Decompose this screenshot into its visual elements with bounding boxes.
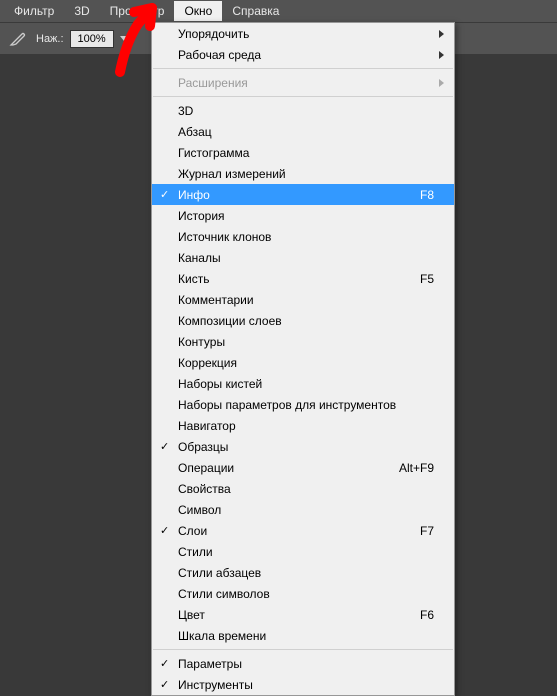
check-icon: ✓	[160, 678, 169, 691]
submenu-arrow-icon	[439, 79, 444, 87]
menu-option[interactable]: Абзац	[152, 121, 454, 142]
menu-option-label: 3D	[178, 104, 434, 118]
submenu-arrow-icon	[439, 51, 444, 59]
menu-option-label: Стили абзацев	[178, 566, 434, 580]
menu-option[interactable]: 3D	[152, 100, 454, 121]
menu-option-label: Стили	[178, 545, 434, 559]
menu-option[interactable]: Стили	[152, 541, 454, 562]
menu-option[interactable]: История	[152, 205, 454, 226]
menu-option-label: Образцы	[178, 440, 434, 454]
menu-option[interactable]: КистьF5	[152, 268, 454, 289]
menu-option[interactable]: Гистограмма	[152, 142, 454, 163]
menu-shortcut: Alt+F9	[379, 461, 434, 475]
submenu-arrow-icon	[439, 30, 444, 38]
check-icon: ✓	[160, 657, 169, 670]
menu-option[interactable]: Наборы кистей	[152, 373, 454, 394]
menu-option[interactable]: Рабочая среда	[152, 44, 454, 65]
menu-option-label: Инфо	[178, 188, 400, 202]
menu-option[interactable]: ✓ ИнфоF8	[152, 184, 454, 205]
menu-option-label: Шкала времени	[178, 629, 434, 643]
menu-option-label: Кисть	[178, 272, 400, 286]
menu-option-label: Слои	[178, 524, 400, 538]
menu-option[interactable]: Наборы параметров для инструментов	[152, 394, 454, 415]
menu-option[interactable]: Упорядочить	[152, 23, 454, 44]
menu-option[interactable]: Журнал измерений	[152, 163, 454, 184]
menu-shortcut: F6	[400, 608, 434, 622]
menu-option: Расширения	[152, 72, 454, 93]
menu-option[interactable]: Навигатор	[152, 415, 454, 436]
menu-option-label: Комментарии	[178, 293, 434, 307]
menu-option[interactable]: Коррекция	[152, 352, 454, 373]
menu-option-label: Источник клонов	[178, 230, 434, 244]
dropdown-caret-icon[interactable]	[120, 36, 128, 41]
menu-справка[interactable]: Справка	[222, 1, 289, 21]
menu-option[interactable]: Каналы	[152, 247, 454, 268]
menu-окно[interactable]: Окно	[174, 1, 222, 21]
menu-option[interactable]: Шкала времени	[152, 625, 454, 646]
menu-option[interactable]: Свойства	[152, 478, 454, 499]
menu-option[interactable]: Комментарии	[152, 289, 454, 310]
menu-option-label: Наборы кистей	[178, 377, 434, 391]
menu-option-label: Каналы	[178, 251, 434, 265]
menu-option[interactable]: Символ	[152, 499, 454, 520]
pressure-group: Наж.:	[36, 30, 128, 48]
menu-option-label: Свойства	[178, 482, 434, 496]
menu-фильтр[interactable]: Фильтр	[4, 1, 64, 21]
menu-option[interactable]: ОперацииAlt+F9	[152, 457, 454, 478]
menu-option-label: Рабочая среда	[178, 48, 434, 62]
pressure-label: Наж.:	[36, 33, 64, 45]
brush-icon	[8, 30, 26, 48]
menu-option[interactable]: Источник клонов	[152, 226, 454, 247]
menu-separator	[153, 649, 453, 650]
menu-option-label: Упорядочить	[178, 27, 434, 41]
menu-option[interactable]: Композиции слоев	[152, 310, 454, 331]
menu-shortcut: F5	[400, 272, 434, 286]
window-menu-dropdown: Упорядочить Рабочая среда Расширения 3D Абза…	[151, 22, 455, 696]
menu-option-label: Цвет	[178, 608, 400, 622]
menu-option-label: Символ	[178, 503, 434, 517]
menu-option-label: Стили символов	[178, 587, 434, 601]
menu-option[interactable]: ЦветF6	[152, 604, 454, 625]
menu-option[interactable]: ✓ Инструменты	[152, 674, 454, 695]
menu-option-label: Абзац	[178, 125, 434, 139]
menu-option-label: История	[178, 209, 434, 223]
menu-shortcut: F7	[400, 524, 434, 538]
menu-просмотр[interactable]: Просмотр	[100, 1, 175, 21]
menu-option[interactable]: ✓ Параметры	[152, 653, 454, 674]
menu-option-label: Операции	[178, 461, 379, 475]
menu-option[interactable]: Контуры	[152, 331, 454, 352]
check-icon: ✓	[160, 188, 169, 201]
menu-shortcut: F8	[400, 188, 434, 202]
menu-option-label: Композиции слоев	[178, 314, 434, 328]
check-icon: ✓	[160, 440, 169, 453]
menu-option-label: Наборы параметров для инструментов	[178, 398, 434, 412]
menu-option-label: Инструменты	[178, 678, 434, 692]
check-icon: ✓	[160, 524, 169, 537]
menu-option-label: Журнал измерений	[178, 167, 434, 181]
menu-option[interactable]: ✓ СлоиF7	[152, 520, 454, 541]
menu-separator	[153, 68, 453, 69]
pressure-input[interactable]	[70, 30, 114, 48]
menu-option-label: Параметры	[178, 657, 434, 671]
menu-option-label: Коррекция	[178, 356, 434, 370]
menu-option-label: Гистограмма	[178, 146, 434, 160]
menu-option-label: Контуры	[178, 335, 434, 349]
menu-option[interactable]: Стили символов	[152, 583, 454, 604]
menubar: Фильтр3DПросмотрОкноСправка	[0, 0, 557, 22]
menu-option-label: Расширения	[178, 76, 434, 90]
menu-option[interactable]: ✓ Образцы	[152, 436, 454, 457]
menu-separator	[153, 96, 453, 97]
menu-3d[interactable]: 3D	[64, 1, 99, 21]
menu-option-label: Навигатор	[178, 419, 434, 433]
menu-option[interactable]: Стили абзацев	[152, 562, 454, 583]
